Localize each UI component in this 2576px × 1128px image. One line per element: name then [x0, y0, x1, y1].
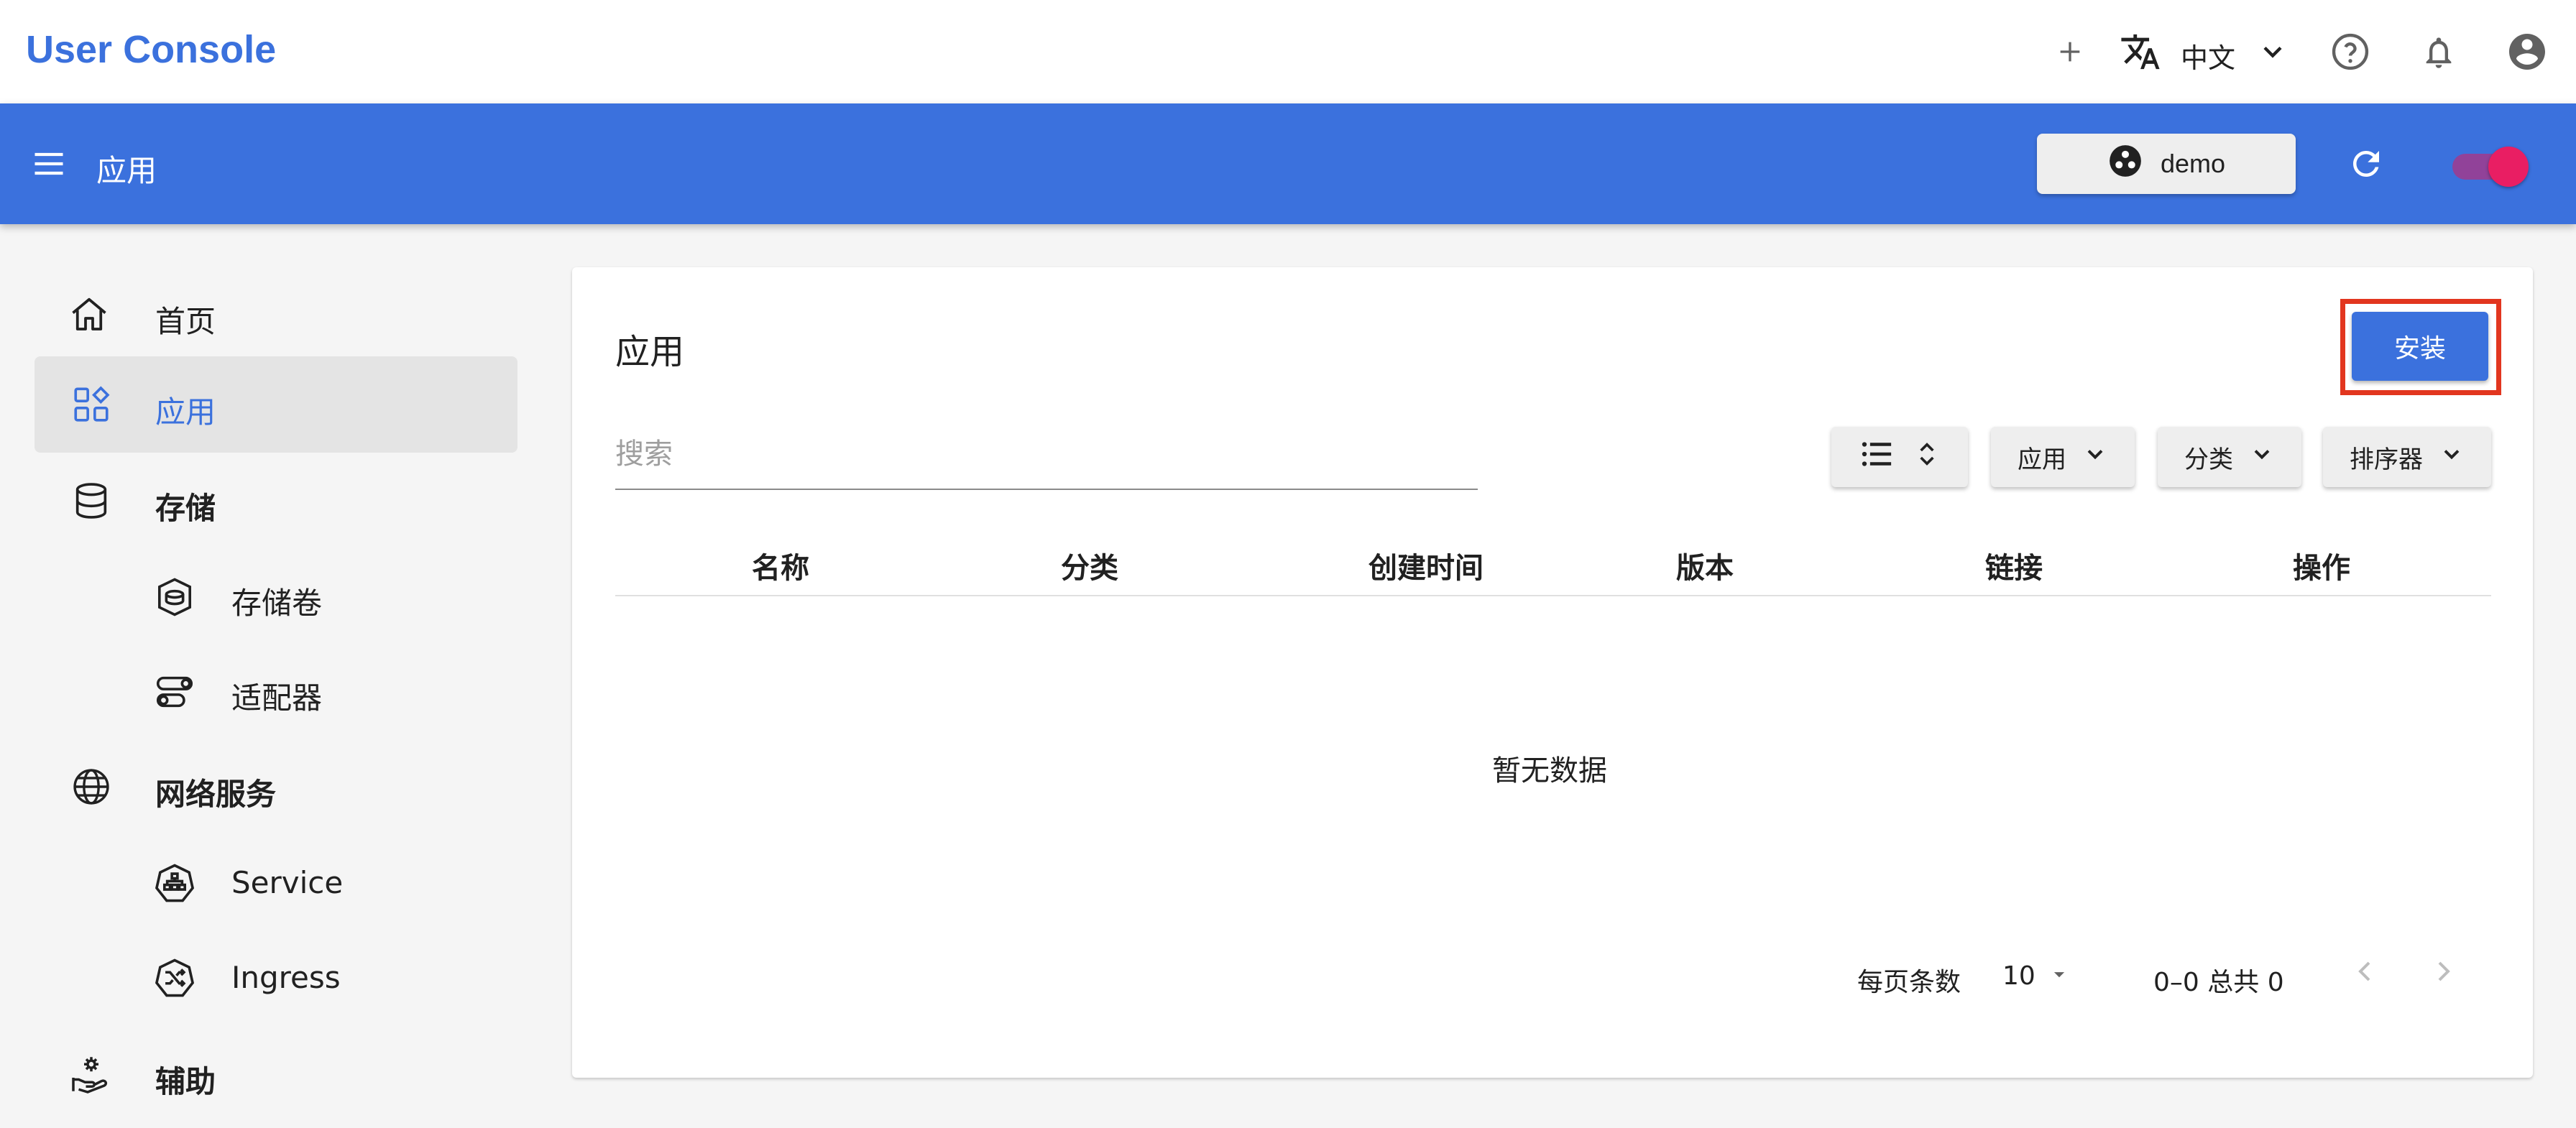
top-bar: User Console 中文	[0, 0, 2576, 103]
apps-icon	[69, 382, 114, 427]
rows-per-page-label: 每页条数	[1857, 968, 1961, 997]
database-icon	[69, 479, 114, 523]
column-header[interactable]: 名称	[752, 545, 809, 586]
page-title: 应用	[615, 332, 685, 372]
app-filter[interactable]: 应用	[1991, 427, 2135, 487]
sidebar-item-label: 网络服务	[155, 777, 277, 812]
sidebar-item-apps[interactable]: 应用	[34, 356, 518, 453]
next-page-icon[interactable]	[2426, 954, 2461, 992]
empty-state: 暂无数据	[1492, 754, 1607, 787]
chevron-down-icon	[2082, 441, 2108, 473]
chevron-down-icon	[2439, 441, 2465, 473]
sidebar: 首页 应用 存储 存储卷 适配器 网络服务 Service Ingress 辅助	[0, 224, 546, 1128]
list-icon	[1858, 435, 1897, 480]
column-header[interactable]: 版本	[1676, 545, 1734, 586]
sidebar-item-label: 存储卷	[231, 586, 323, 621]
chevron-down-icon[interactable]	[2253, 32, 2293, 72]
sidebar-item-home[interactable]: 首页	[34, 266, 518, 362]
search-input[interactable]	[615, 425, 1478, 483]
category-filter-label: 分类	[2184, 445, 2233, 474]
volume-icon	[151, 573, 198, 621]
service-icon	[151, 859, 198, 907]
unfold-icon	[1913, 440, 1941, 475]
app-filter-label: 应用	[2018, 445, 2066, 474]
sidebar-item-label: 存储	[155, 491, 216, 526]
ingress-icon	[151, 954, 198, 1002]
sidebar-item-label: 辅助	[155, 1064, 216, 1099]
home-icon	[66, 292, 112, 338]
sidebar-item-adapters[interactable]: 适配器	[34, 644, 518, 737]
prev-page-icon[interactable]	[2347, 954, 2382, 992]
category-filter[interactable]: 分类	[2158, 427, 2301, 487]
column-header[interactable]: 链接	[1985, 545, 2043, 586]
toggle-knob	[2488, 147, 2529, 187]
app-bar: 应用 demo	[0, 103, 2576, 224]
sorter-filter[interactable]: 排序器	[2323, 427, 2491, 487]
bell-icon[interactable]	[2416, 30, 2461, 75]
sidebar-item-label: 应用	[155, 394, 216, 430]
table-header: 名称 分类 创建时间 版本 链接 操作	[615, 539, 2491, 596]
sidebar-item-storage[interactable]: 存储	[34, 453, 518, 549]
rows-per-page-select[interactable]: 10	[2002, 954, 2089, 997]
helper-icon	[69, 1052, 114, 1096]
column-header[interactable]: 分类	[1061, 545, 1118, 586]
sidebar-item-label: Service	[231, 865, 344, 900]
page: User Console 中文 应用 demo 首页 应用 存储 存储卷 适配器…	[0, 0, 2576, 1128]
column-header[interactable]: 操作	[2293, 545, 2350, 586]
sidebar-item-ingress[interactable]: Ingress	[34, 930, 518, 1023]
sidebar-item-service[interactable]: Service	[34, 835, 518, 928]
adapter-icon	[151, 668, 198, 716]
sorter-filter-label: 排序器	[2350, 445, 2423, 474]
install-button[interactable]: 安装	[2352, 312, 2488, 381]
add-icon[interactable]	[2048, 30, 2092, 73]
appbar-title: 应用	[96, 153, 157, 188]
sidebar-item-label: Ingress	[231, 960, 341, 995]
chevron-down-icon	[2249, 441, 2275, 473]
view-mode-button[interactable]	[1831, 427, 1968, 487]
refresh-icon[interactable]	[2343, 141, 2389, 187]
sidebar-item-network[interactable]: 网络服务	[34, 739, 518, 835]
menu-icon[interactable]	[26, 141, 72, 187]
column-header[interactable]: 创建时间	[1368, 545, 1484, 586]
globe-icon	[69, 764, 114, 809]
namespace-icon	[2107, 143, 2143, 185]
namespace-label: demo	[2160, 149, 2226, 178]
sidebar-item-helper[interactable]: 辅助	[34, 1026, 518, 1122]
namespace-selector[interactable]: demo	[2037, 134, 2296, 194]
sidebar-item-label: 首页	[155, 304, 216, 339]
account-icon[interactable]	[2504, 29, 2550, 75]
sidebar-item-label: 适配器	[231, 680, 323, 716]
translate-icon[interactable]	[2117, 29, 2163, 75]
apps-card: 应用 安装 应用 分类 排序器	[572, 267, 2533, 1078]
pagination-range: 0–0 总共 0	[2153, 968, 2284, 997]
sidebar-item-volumes[interactable]: 存储卷	[34, 549, 518, 642]
brand-title[interactable]: User Console	[26, 27, 276, 72]
rows-per-page-value: 10	[2002, 961, 2036, 991]
language-label[interactable]: 中文	[2181, 36, 2235, 75]
search-field	[615, 425, 1478, 490]
help-icon[interactable]	[2327, 29, 2373, 75]
dropdown-arrow-icon	[2047, 962, 2071, 990]
